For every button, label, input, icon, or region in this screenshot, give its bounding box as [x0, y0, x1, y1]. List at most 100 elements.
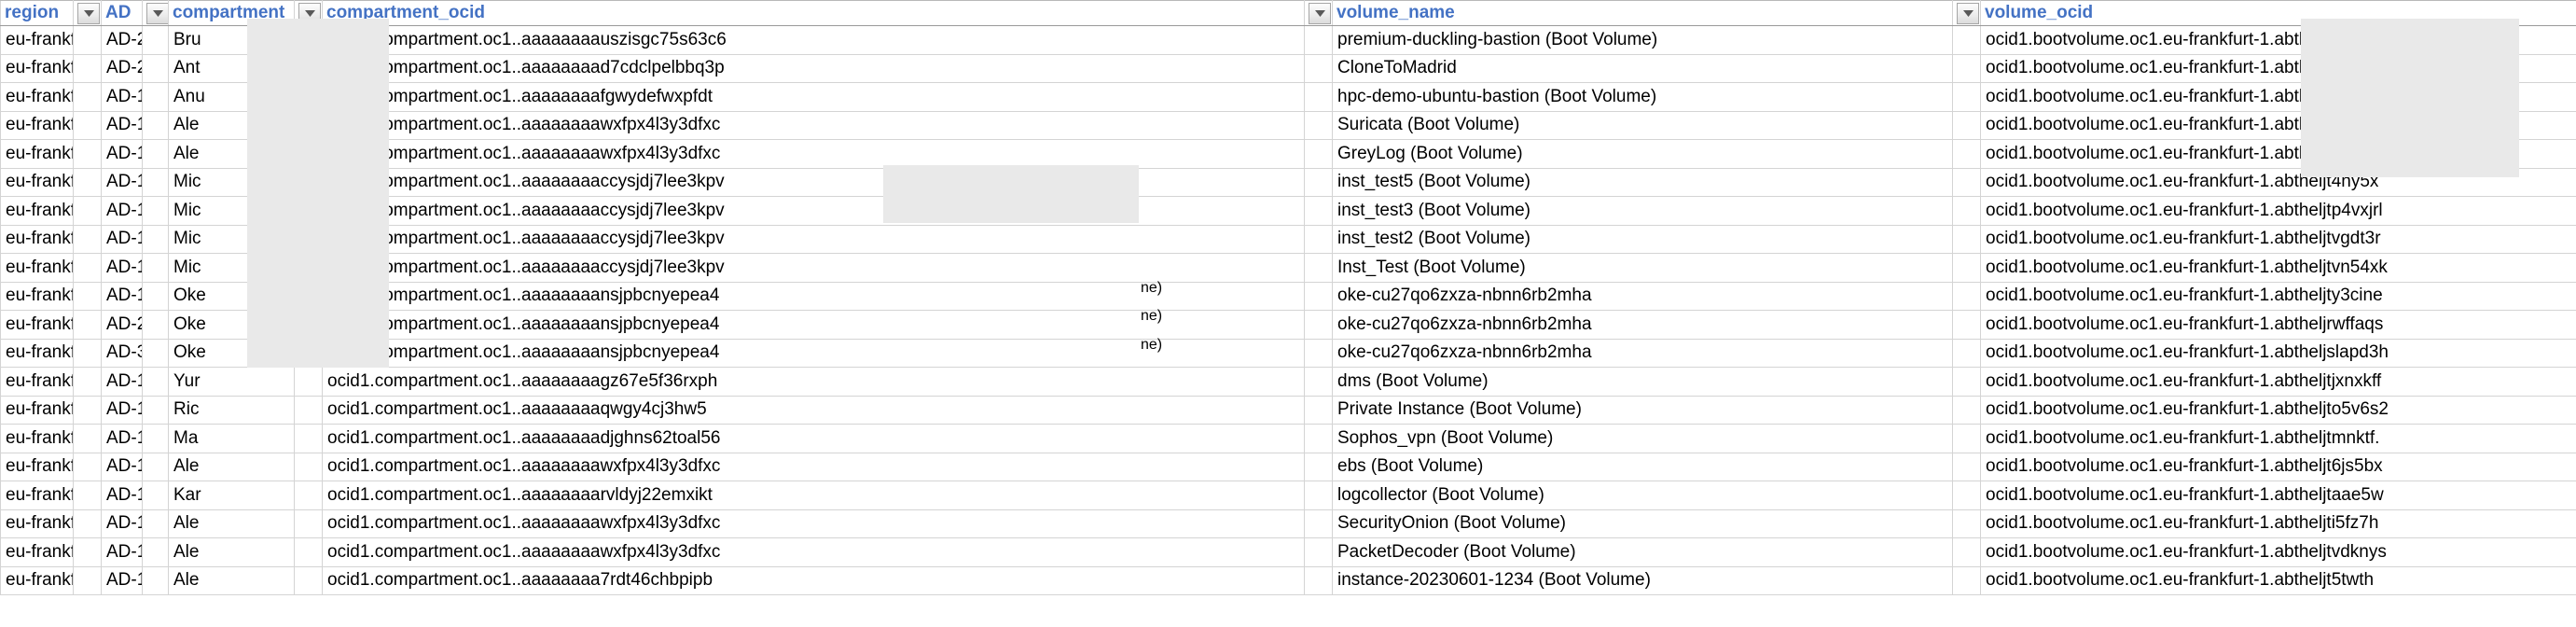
- cell-compartment-ocid-spacer[interactable]: [1304, 310, 1333, 340]
- table-row[interactable]: eu-frankfurt-1 AD-1 Ale ocid1.compartment.o…: [0, 452, 2576, 481]
- cell-ad[interactable]: AD-1: [101, 110, 143, 140]
- table-row[interactable]: eu-frankfurt-1 AD-2 Bru ocid1.compartment.o…: [0, 25, 2576, 55]
- chevron-down-icon[interactable]: [1309, 2, 1331, 24]
- cell-region-spacer[interactable]: [73, 110, 102, 140]
- cell-compartment-ocid[interactable]: ocid1.compartment.oc1..aaaaaaaawxfpx4l3y…: [322, 537, 1305, 567]
- cell-volume-name-spacer[interactable]: [1952, 509, 1981, 538]
- cell-compartment-spacer[interactable]: [294, 53, 323, 83]
- cell-volume-name[interactable]: inst_test5 (Boot Volume): [1332, 167, 1953, 197]
- cell-compartment-ocid[interactable]: ocid1.compartment.oc1..aaaaaaaawxfpx4l3y…: [322, 509, 1305, 538]
- cell-compartment-ocid-spacer[interactable]: [1304, 167, 1333, 197]
- cell-compartment-spacer[interactable]: [294, 452, 323, 481]
- cell-volume-name[interactable]: ebs (Boot Volume): [1332, 452, 1953, 481]
- cell-ad[interactable]: AD-1: [101, 82, 143, 112]
- cell-region-spacer[interactable]: [73, 224, 102, 254]
- cell-volume-ocid[interactable]: ocid1.bootvolume.oc1.eu-frankfurt-1.abth…: [1980, 395, 2576, 425]
- cell-compartment[interactable]: Ma: [168, 424, 295, 453]
- cell-ad-spacer[interactable]: [142, 481, 169, 510]
- cell-compartment-spacer[interactable]: [294, 196, 323, 226]
- cell-compartment-spacer[interactable]: [294, 565, 323, 595]
- cell-compartment[interactable]: Bru: [168, 25, 295, 55]
- cell-region[interactable]: eu-frankfurt-1: [0, 395, 74, 425]
- cell-ad[interactable]: AD-1: [101, 565, 143, 595]
- cell-compartment-spacer[interactable]: [294, 395, 323, 425]
- cell-volume-name-spacer[interactable]: [1952, 82, 1981, 112]
- filter-button-volume-name[interactable]: [1952, 0, 1981, 26]
- cell-volume-ocid[interactable]: ocid1.bootvolume.oc1.eu-frankfurt-1.abth…: [1980, 424, 2576, 453]
- table-row[interactable]: eu-frankfurt-1 AD-1 Mic ocid1.compartment.o…: [0, 196, 2576, 226]
- cell-compartment-ocid-spacer[interactable]: [1304, 565, 1333, 595]
- chevron-down-icon[interactable]: [1957, 2, 1979, 24]
- cell-volume-name[interactable]: inst_test3 (Boot Volume): [1332, 196, 1953, 226]
- cell-ad-spacer[interactable]: [142, 367, 169, 397]
- cell-region-spacer[interactable]: [73, 509, 102, 538]
- cell-region-spacer[interactable]: [73, 281, 102, 311]
- cell-compartment-spacer[interactable]: [294, 424, 323, 453]
- cell-volume-name[interactable]: oke-cu27qo6zxza-nbnn6rb2mha: [1332, 338, 1953, 368]
- cell-region-spacer[interactable]: [73, 424, 102, 453]
- table-row[interactable]: eu-frankfurt-1 AD-1 Mic ocid1.compartment.o…: [0, 167, 2576, 197]
- cell-compartment[interactable]: Mic: [168, 253, 295, 283]
- cell-compartment-ocid-spacer[interactable]: [1304, 253, 1333, 283]
- cell-region[interactable]: eu-frankfurt-1: [0, 53, 74, 83]
- cell-compartment[interactable]: Oke: [168, 310, 295, 340]
- cell-ad[interactable]: AD-3: [101, 338, 143, 368]
- cell-volume-ocid[interactable]: ocid1.bootvolume.oc1.eu-frankfurt-1.abth…: [1980, 224, 2576, 254]
- cell-compartment-ocid[interactable]: ocid1.compartment.oc1..aaaaaaaauszisgc75…: [322, 25, 1305, 55]
- cell-compartment-ocid[interactable]: ocid1.compartment.oc1..aaaaaaaawxfpx4l3y…: [322, 452, 1305, 481]
- table-row[interactable]: eu-frankfurt-1 AD-1 Ale ocid1.compartment.o…: [0, 537, 2576, 567]
- column-header-volume-ocid[interactable]: volume_ocid: [1980, 0, 2576, 26]
- table-row[interactable]: eu-frankfurt-1 AD-2 Ant ocid1.compartment.o…: [0, 53, 2576, 83]
- cell-region-spacer[interactable]: [73, 452, 102, 481]
- cell-ad-spacer[interactable]: [142, 424, 169, 453]
- column-header-region[interactable]: region: [0, 0, 74, 26]
- table-row[interactable]: eu-frankfurt-1 AD-1 Kar ocid1.compartment.o…: [0, 481, 2576, 510]
- cell-compartment[interactable]: Oke: [168, 338, 295, 368]
- cell-region-spacer[interactable]: [73, 338, 102, 368]
- cell-compartment-spacer[interactable]: [294, 167, 323, 197]
- cell-volume-ocid[interactable]: ocid1.bootvolume.oc1.eu-frankfurt-1.abth…: [1980, 53, 2576, 83]
- column-header-compartment-ocid[interactable]: compartment_ocid: [322, 0, 1305, 26]
- cell-compartment-ocid-spacer[interactable]: [1304, 196, 1333, 226]
- cell-region[interactable]: eu-frankfurt-1: [0, 281, 74, 311]
- cell-compartment-spacer[interactable]: [294, 110, 323, 140]
- cell-compartment-ocid[interactable]: ocid1.compartment.oc1..aaaaaaaaccysjdj7l…: [322, 196, 1305, 226]
- cell-volume-name-spacer[interactable]: [1952, 167, 1981, 197]
- table-row[interactable]: eu-frankfurt-1AD-3Okeocid1.compartment.o…: [0, 338, 2576, 368]
- cell-compartment[interactable]: Ale: [168, 139, 295, 169]
- cell-volume-name-spacer[interactable]: [1952, 253, 1981, 283]
- cell-region-spacer[interactable]: [73, 310, 102, 340]
- cell-region[interactable]: eu-frankfurt-1: [0, 196, 74, 226]
- cell-ad-spacer[interactable]: [142, 310, 169, 340]
- cell-region-spacer[interactable]: [73, 481, 102, 510]
- cell-compartment[interactable]: Ale: [168, 565, 295, 595]
- cell-compartment[interactable]: Ric: [168, 395, 295, 425]
- cell-ad-spacer[interactable]: [142, 509, 169, 538]
- cell-compartment-spacer[interactable]: [294, 139, 323, 169]
- cell-volume-name-spacer[interactable]: [1952, 565, 1981, 595]
- cell-compartment-ocid-spacer[interactable]: [1304, 139, 1333, 169]
- cell-ad[interactable]: AD-1: [101, 224, 143, 254]
- cell-region[interactable]: eu-frankfurt-1: [0, 481, 74, 510]
- column-header-compartment[interactable]: compartment: [168, 0, 295, 26]
- cell-region[interactable]: eu-frankfurt-1: [0, 82, 74, 112]
- spreadsheet-grid[interactable]: region AD compartment compartment_ocid v…: [0, 0, 2576, 627]
- cell-region[interactable]: eu-frankfurt-1: [0, 509, 74, 538]
- cell-compartment-spacer[interactable]: [294, 367, 323, 397]
- cell-ad-spacer[interactable]: [142, 167, 169, 197]
- cell-ad-spacer[interactable]: [142, 253, 169, 283]
- cell-compartment-spacer[interactable]: [294, 509, 323, 538]
- cell-volume-name[interactable]: Private Instance (Boot Volume): [1332, 395, 1953, 425]
- cell-volume-ocid[interactable]: ocid1.bootvolume.oc1.eu-frankfurt-1.abth…: [1980, 338, 2576, 368]
- cell-ad-spacer[interactable]: [142, 224, 169, 254]
- cell-compartment-ocid[interactable]: ocid1.compartment.oc1..aaaaaaaad7cdclpel…: [322, 53, 1305, 83]
- cell-ad-spacer[interactable]: [142, 537, 169, 567]
- chevron-down-icon[interactable]: [298, 2, 321, 24]
- cell-ad-spacer[interactable]: [142, 139, 169, 169]
- cell-volume-name-spacer[interactable]: [1952, 281, 1981, 311]
- cell-region-spacer[interactable]: [73, 82, 102, 112]
- cell-volume-name[interactable]: dms (Boot Volume): [1332, 367, 1953, 397]
- cell-volume-name-spacer[interactable]: [1952, 338, 1981, 368]
- table-row[interactable]: eu-frankfurt-1 AD-1 Anu ocid1.compartment.o…: [0, 82, 2576, 112]
- cell-volume-ocid[interactable]: ocid1.bootvolume.oc1.eu-frankfurt-1.abth…: [1980, 281, 2576, 311]
